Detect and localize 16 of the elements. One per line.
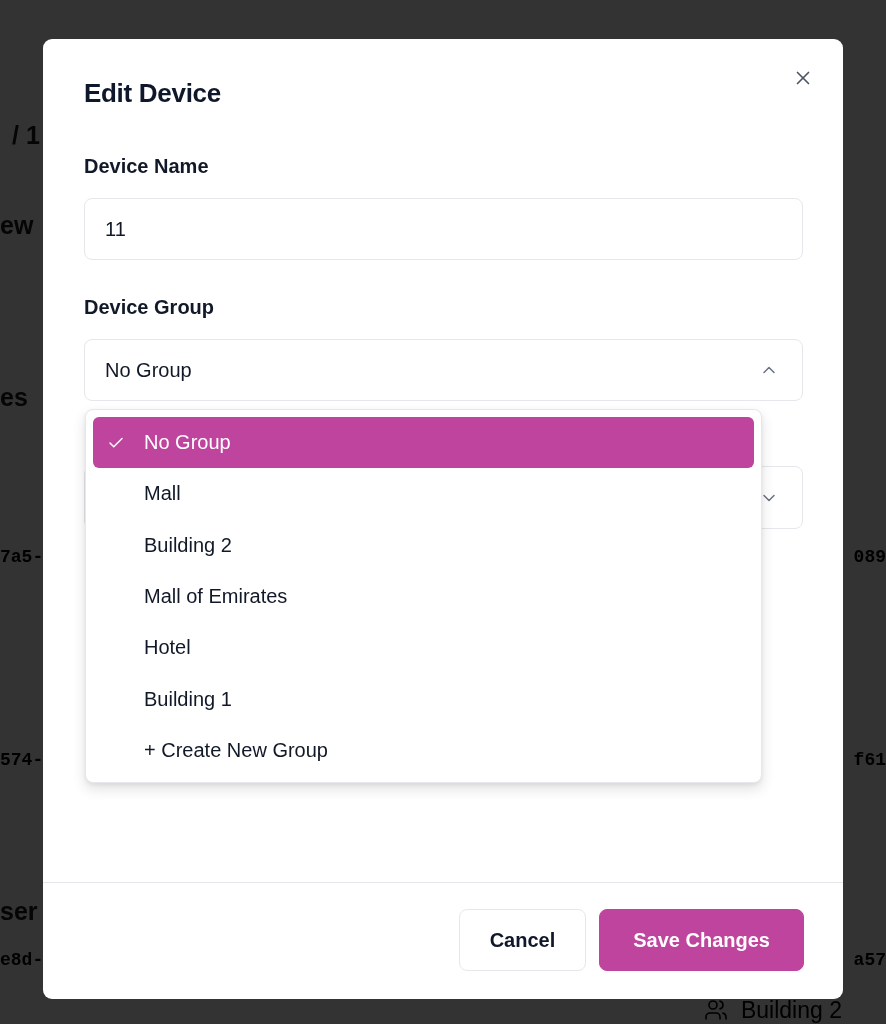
dropdown-option[interactable]: Mall xyxy=(93,468,754,520)
dropdown-option[interactable]: + Create New Group xyxy=(93,724,754,777)
dropdown-option[interactable]: Hotel xyxy=(93,622,754,674)
dropdown-option[interactable]: Mall of Emirates xyxy=(93,570,754,623)
select-value: No Group xyxy=(105,358,192,382)
select-field[interactable]: No Group xyxy=(84,339,803,401)
save-button[interactable]: Save Changes xyxy=(599,909,804,971)
field-label: Device Group xyxy=(84,295,215,320)
field-label: Device Name xyxy=(84,154,209,179)
dropdown-option[interactable]: Building 1 xyxy=(93,673,754,725)
dropdown-option[interactable]: Building 2 xyxy=(93,519,754,571)
users-icon xyxy=(703,998,728,1022)
text-field[interactable]: 11 xyxy=(84,198,803,260)
cancel-button[interactable]: Cancel xyxy=(458,909,587,971)
dropdown-option[interactable]: No Group xyxy=(93,417,754,469)
dialog-title: Edit Device xyxy=(84,77,221,109)
